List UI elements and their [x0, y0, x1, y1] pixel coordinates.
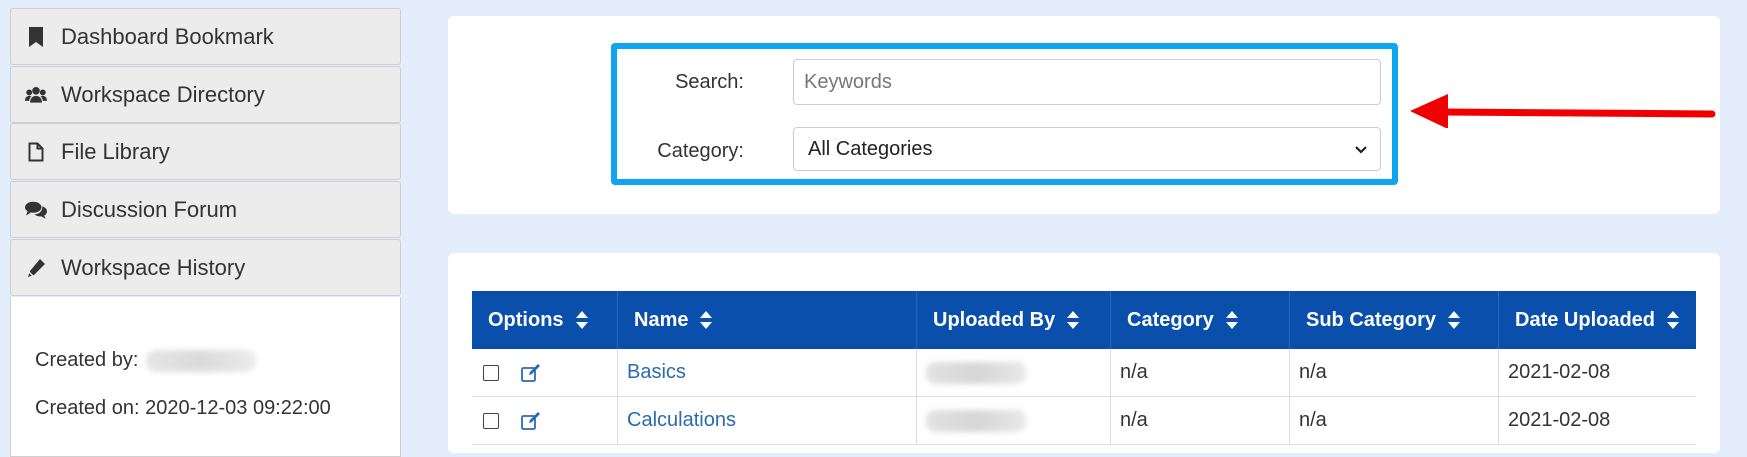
sidebar-item-file-library[interactable]: File Library [10, 123, 401, 180]
sort-icon [1067, 311, 1080, 329]
edit-icon[interactable] [521, 411, 541, 430]
sidebar: Dashboard Bookmark Workspace Directory F… [10, 8, 403, 457]
column-category[interactable]: Category [1111, 291, 1290, 349]
table-header: Options Name Uploaded By Category Sub Ca… [472, 291, 1696, 349]
column-uploaded-by[interactable]: Uploaded By [917, 291, 1111, 349]
search-highlight-box: Search: Category: All Categories [611, 43, 1398, 185]
search-label: Search: [675, 71, 744, 93]
sidebar-item-workspace-directory[interactable]: Workspace Directory [10, 66, 401, 123]
file-icon [25, 141, 47, 163]
row-name: Basics [618, 349, 917, 396]
created-on: Created on: 2020-12-03 09:22:00 [35, 397, 331, 420]
sort-icon [1448, 311, 1461, 329]
column-sub-category[interactable]: Sub Category [1290, 291, 1499, 349]
category-label: Category: [657, 140, 744, 162]
column-name[interactable]: Name [618, 291, 917, 349]
sidebar-item-label: Dashboard Bookmark [61, 23, 274, 49]
edit-icon[interactable] [521, 363, 541, 382]
row-date-uploaded: 2021-02-08 [1508, 409, 1611, 431]
table-row: Basics n/a n/a 2021-02-08 [472, 349, 1696, 397]
row-checkbox[interactable] [483, 412, 499, 429]
file-link[interactable]: Basics [627, 361, 686, 384]
row-options [472, 349, 618, 396]
created-on-value: 2020-12-03 09:22:00 [145, 397, 331, 419]
sidebar-item-workspace-history[interactable]: Workspace History [10, 239, 401, 296]
created-by: Created by: [35, 349, 257, 372]
row-name: Calculations [618, 397, 917, 444]
file-link[interactable]: Calculations [627, 409, 736, 432]
sort-icon [700, 311, 713, 329]
chevron-down-icon [1354, 140, 1368, 163]
sort-icon [575, 311, 588, 329]
column-date-uploaded[interactable]: Date Uploaded [1499, 291, 1696, 349]
category-select[interactable]: All Categories [793, 127, 1381, 171]
column-options[interactable]: Options [472, 291, 618, 349]
sort-icon [1667, 311, 1680, 329]
workspace-info: Created by: Created on: 2020-12-03 09:22… [10, 297, 401, 457]
row-sub-category: n/a [1290, 349, 1499, 396]
row-sub-category: n/a [1290, 397, 1499, 444]
comments-icon [25, 199, 47, 221]
table-row: Calculations n/a n/a 2021-02-08 [472, 397, 1696, 445]
created-on-label: Created on: [35, 397, 140, 419]
sidebar-item-label: Workspace History [61, 254, 246, 280]
users-icon [25, 84, 47, 106]
row-options [472, 397, 618, 444]
annotation-arrow-icon [1410, 94, 1716, 128]
redacted-uploader [926, 361, 1026, 384]
bookmark-icon [25, 26, 47, 48]
sidebar-item-label: Discussion Forum [61, 196, 238, 222]
sort-icon [1225, 311, 1238, 329]
sidebar-item-discussion-forum[interactable]: Discussion Forum [10, 181, 401, 238]
category-selected-value: All Categories [808, 137, 933, 160]
file-table-panel: Options Name Uploaded By Category Sub Ca… [448, 253, 1720, 453]
search-input[interactable] [793, 59, 1381, 105]
row-checkbox[interactable] [483, 364, 499, 381]
row-uploaded-by [917, 397, 1111, 444]
row-category: n/a [1111, 397, 1290, 444]
sidebar-item-label: Workspace Directory [61, 81, 265, 107]
sidebar-item-dashboard-bookmark[interactable]: Dashboard Bookmark [10, 8, 401, 65]
redacted-uploader [926, 409, 1026, 432]
sidebar-item-label: File Library [61, 138, 170, 164]
row-date-uploaded: 2021-02-08 [1508, 361, 1611, 383]
pencil-icon [25, 257, 47, 279]
row-category: n/a [1111, 349, 1290, 396]
redacted-creator [146, 349, 257, 372]
row-uploaded-by [917, 349, 1111, 396]
created-by-label: Created by: [35, 349, 139, 371]
